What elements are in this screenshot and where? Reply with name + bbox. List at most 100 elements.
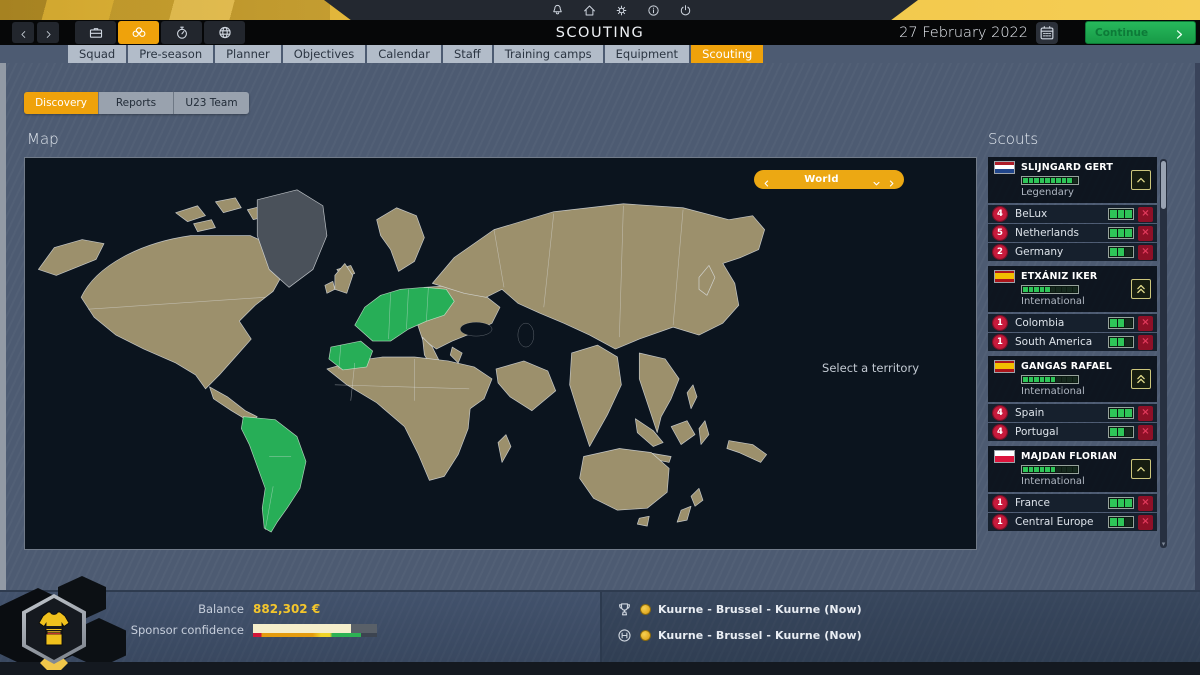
region-progress-bar	[1108, 516, 1134, 528]
scout-promote-button[interactable]	[1131, 369, 1151, 389]
info-icon[interactable]	[646, 3, 661, 18]
region-row: 4 BeLux ×	[988, 205, 1157, 223]
region-row: 5 Netherlands ×	[988, 224, 1157, 242]
sub-tab-group: Discovery Reports U23 Team	[24, 92, 249, 114]
chevron-down-icon[interactable]	[871, 174, 882, 186]
region-remove-button[interactable]: ×	[1138, 334, 1153, 350]
region-name: Spain	[1015, 407, 1045, 419]
skill-segment	[1061, 287, 1066, 292]
region-name: Central Europe	[1015, 516, 1094, 528]
region-count-badge: 1	[993, 316, 1007, 330]
scouts-section-title: Scouts	[988, 130, 1039, 148]
scout-card-header: SLIJNGARD GERT	[994, 160, 1151, 174]
progress-segment	[1117, 210, 1125, 218]
scouts-scrollbar[interactable]: ▾	[1160, 159, 1167, 548]
chevron-right-icon[interactable]	[886, 174, 897, 187]
progress-segment	[1110, 319, 1117, 327]
flag-stripe	[995, 278, 1014, 282]
region-remove-button[interactable]: ×	[1138, 315, 1153, 331]
region-count-badge: 1	[993, 496, 1007, 510]
skill-segment	[1050, 178, 1055, 183]
skill-segment	[1034, 178, 1039, 183]
scout-name: GANGAS RAFAEL	[1021, 360, 1112, 372]
region-remove-button[interactable]: ×	[1138, 514, 1153, 530]
region-name: South America	[1015, 336, 1093, 348]
tab-staff[interactable]: Staff	[442, 45, 492, 63]
skill-segment	[1034, 287, 1039, 292]
power-icon[interactable]	[678, 3, 693, 18]
race-category-badge	[640, 604, 651, 615]
team-jersey-icon	[38, 611, 70, 646]
progress-segment	[1117, 428, 1125, 436]
region-progress-bar	[1108, 246, 1134, 258]
progress-segment	[1110, 248, 1117, 256]
skill-segment	[1072, 377, 1077, 382]
region-remove-button[interactable]: ×	[1138, 225, 1153, 241]
territory-selector-label: World	[804, 174, 839, 185]
tab-planner[interactable]: Planner	[215, 45, 281, 63]
bell-icon[interactable]	[550, 3, 565, 18]
sponsor-bar-gradient	[253, 632, 377, 637]
content-area: Discovery Reports U23 Team Map World Sel…	[0, 63, 1200, 590]
tab-calendar[interactable]: Calendar	[367, 45, 441, 63]
scout-promote-button[interactable]	[1131, 459, 1151, 479]
region-name: Netherlands	[1015, 227, 1080, 239]
race-row[interactable]: Kuurne - Brussel - Kuurne (Now)	[616, 601, 862, 618]
subtab-reports[interactable]: Reports	[99, 92, 174, 114]
region-progress-bar	[1108, 497, 1134, 509]
progress-segment	[1110, 338, 1117, 346]
scout-card: ETXÁNIZ IKER International	[988, 266, 1157, 312]
skill-segment	[1072, 178, 1077, 183]
subtab-u23-team[interactable]: U23 Team	[174, 92, 249, 114]
region-row: 1 France ×	[988, 494, 1157, 512]
scout-skill-bar	[1021, 465, 1079, 474]
scout-card-header: GANGAS RAFAEL	[994, 359, 1151, 373]
skill-segment	[1067, 467, 1072, 472]
main-tab-row: Squad Pre-season Planner Objectives Calendar…	[68, 45, 764, 63]
skill-segment	[1028, 467, 1033, 472]
sponsor-confidence-bar	[253, 623, 377, 637]
scrollbar-down-arrow[interactable]: ▾	[1160, 541, 1167, 548]
continue-button[interactable]: Continue	[1085, 21, 1196, 44]
region-remove-button[interactable]: ×	[1138, 424, 1153, 440]
skill-segment	[1023, 287, 1028, 292]
territory-selector[interactable]: World	[754, 170, 904, 189]
subtab-discovery[interactable]: Discovery	[24, 92, 99, 114]
region-name: France	[1015, 497, 1050, 509]
tab-pre-season[interactable]: Pre-season	[128, 45, 214, 63]
settings-icon[interactable]	[614, 3, 629, 18]
region-remove-button[interactable]: ×	[1138, 244, 1153, 260]
balance-value: 882,302 €	[253, 602, 321, 616]
progress-segment	[1110, 428, 1117, 436]
tab-equipment[interactable]: Equipment	[604, 45, 690, 63]
region-count-badge: 4	[993, 425, 1007, 439]
race-row[interactable]: Kuurne - Brussel - Kuurne (Now)	[616, 627, 862, 644]
calendar-icon[interactable]	[1036, 21, 1058, 44]
region-remove-button[interactable]: ×	[1138, 495, 1153, 511]
skill-segment	[1045, 467, 1050, 472]
tab-squad[interactable]: Squad	[68, 45, 127, 63]
progress-segment	[1125, 210, 1133, 218]
flag-stripe	[995, 456, 1014, 462]
tab-objectives[interactable]: Objectives	[282, 45, 366, 63]
region-remove-button[interactable]: ×	[1138, 206, 1153, 222]
progress-segment	[1125, 409, 1133, 417]
scout-promote-button[interactable]	[1131, 170, 1151, 190]
tab-scouting[interactable]: Scouting	[691, 45, 764, 63]
scout-promote-button[interactable]	[1131, 279, 1151, 299]
scrollbar-thumb[interactable]	[1161, 161, 1166, 209]
world-map[interactable]	[25, 158, 976, 549]
background-facets	[0, 0, 330, 20]
tab-training-camps[interactable]: Training camps	[493, 45, 603, 63]
home-icon[interactable]	[582, 3, 597, 18]
region-name: Colombia	[1015, 317, 1065, 329]
skill-segment	[1056, 287, 1061, 292]
poland-flag-icon	[994, 449, 1015, 463]
skill-segment	[1023, 377, 1028, 382]
skill-segment	[1067, 377, 1072, 382]
continue-label: Continue	[1095, 26, 1149, 39]
region-remove-button[interactable]: ×	[1138, 405, 1153, 421]
skill-segment	[1039, 377, 1044, 382]
chevron-left-icon[interactable]	[761, 174, 772, 187]
scout-skill-bar	[1021, 285, 1079, 294]
